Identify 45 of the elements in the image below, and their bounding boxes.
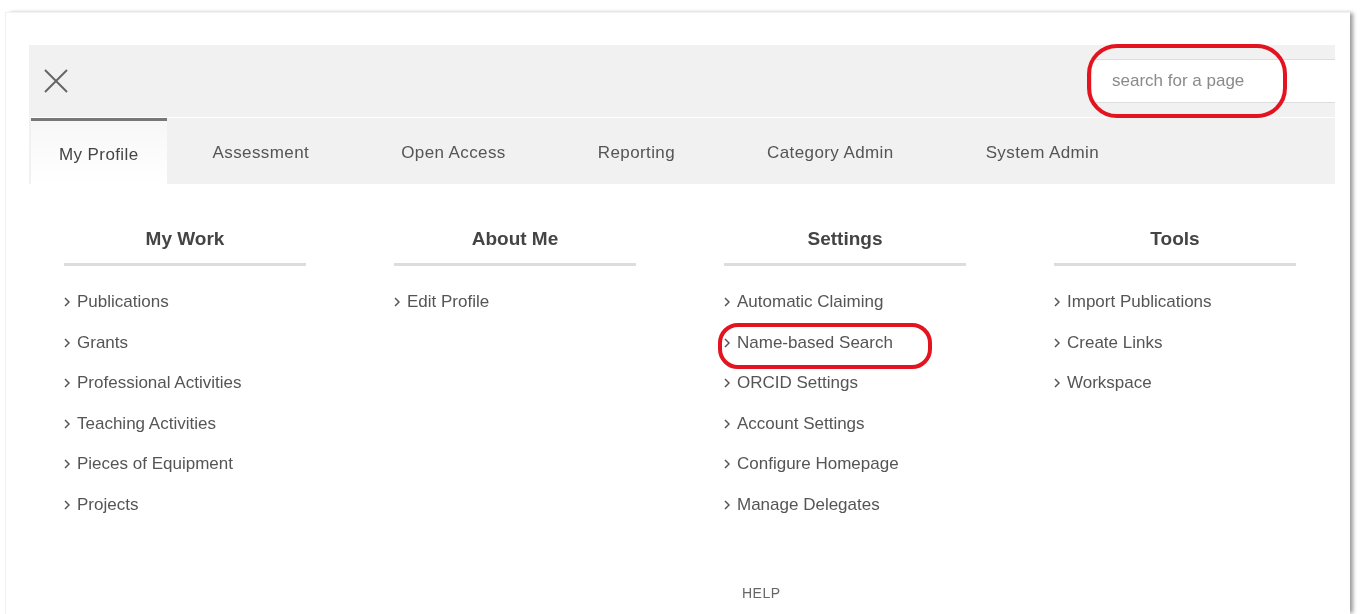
chevron-icon — [394, 297, 400, 308]
chevron-icon — [724, 418, 730, 429]
chevron-icon — [64, 499, 70, 510]
chevron-icon — [64, 378, 70, 389]
search-field[interactable]: search for a page — [1091, 59, 1335, 103]
chevron-icon — [724, 297, 730, 308]
menu-link[interactable]: Manage Delegates — [724, 484, 880, 525]
menu-link[interactable]: Projects — [64, 484, 139, 525]
chevron-icon — [1054, 337, 1060, 348]
menu-link[interactable]: Pieces of Equipment — [64, 444, 233, 485]
menu-link[interactable]: Import Publications — [1054, 282, 1212, 323]
menu-link[interactable]: Automatic Claiming — [724, 282, 884, 323]
menu-link[interactable]: ORCID Settings — [724, 363, 858, 404]
column-heading: My Work — [64, 228, 306, 266]
menu-link[interactable]: Name-based Search — [724, 322, 893, 363]
chevron-icon — [724, 499, 730, 510]
tab[interactable]: My Profile — [31, 118, 167, 184]
menu-link[interactable]: Workspace — [1054, 363, 1152, 404]
column-heading: Settings — [724, 228, 966, 266]
chevron-icon — [64, 297, 70, 308]
column-heading: Tools — [1054, 228, 1296, 266]
menu-link[interactable]: Configure Homepage — [724, 444, 899, 485]
column-heading: About Me — [394, 228, 636, 266]
chevron-icon — [724, 378, 730, 389]
chevron-icon — [64, 337, 70, 348]
tab[interactable]: Category Admin — [721, 118, 940, 184]
menu-link[interactable]: Create Links — [1054, 322, 1163, 363]
tab[interactable]: Open Access — [355, 118, 552, 184]
tab[interactable]: System Admin — [939, 118, 1146, 184]
help-link[interactable]: HELP — [742, 585, 781, 601]
menu-link[interactable]: Grants — [64, 322, 129, 363]
chevron-icon — [64, 459, 70, 470]
menu-link[interactable]: Teaching Activities — [64, 403, 216, 444]
chevron-icon — [1054, 297, 1060, 308]
chevron-icon — [724, 337, 730, 348]
chevron-icon — [64, 418, 70, 429]
menu-link[interactable]: Professional Activities — [64, 363, 242, 404]
menu-link[interactable]: Account Settings — [724, 403, 865, 444]
tab[interactable]: Assessment — [166, 118, 356, 184]
menu-link[interactable]: Publications — [64, 282, 169, 323]
close-icon[interactable] — [43, 68, 69, 94]
chevron-icon — [1054, 378, 1060, 389]
menu-link[interactable]: Edit Profile — [394, 282, 490, 323]
chevron-icon — [724, 459, 730, 470]
tab[interactable]: Reporting — [551, 118, 722, 184]
